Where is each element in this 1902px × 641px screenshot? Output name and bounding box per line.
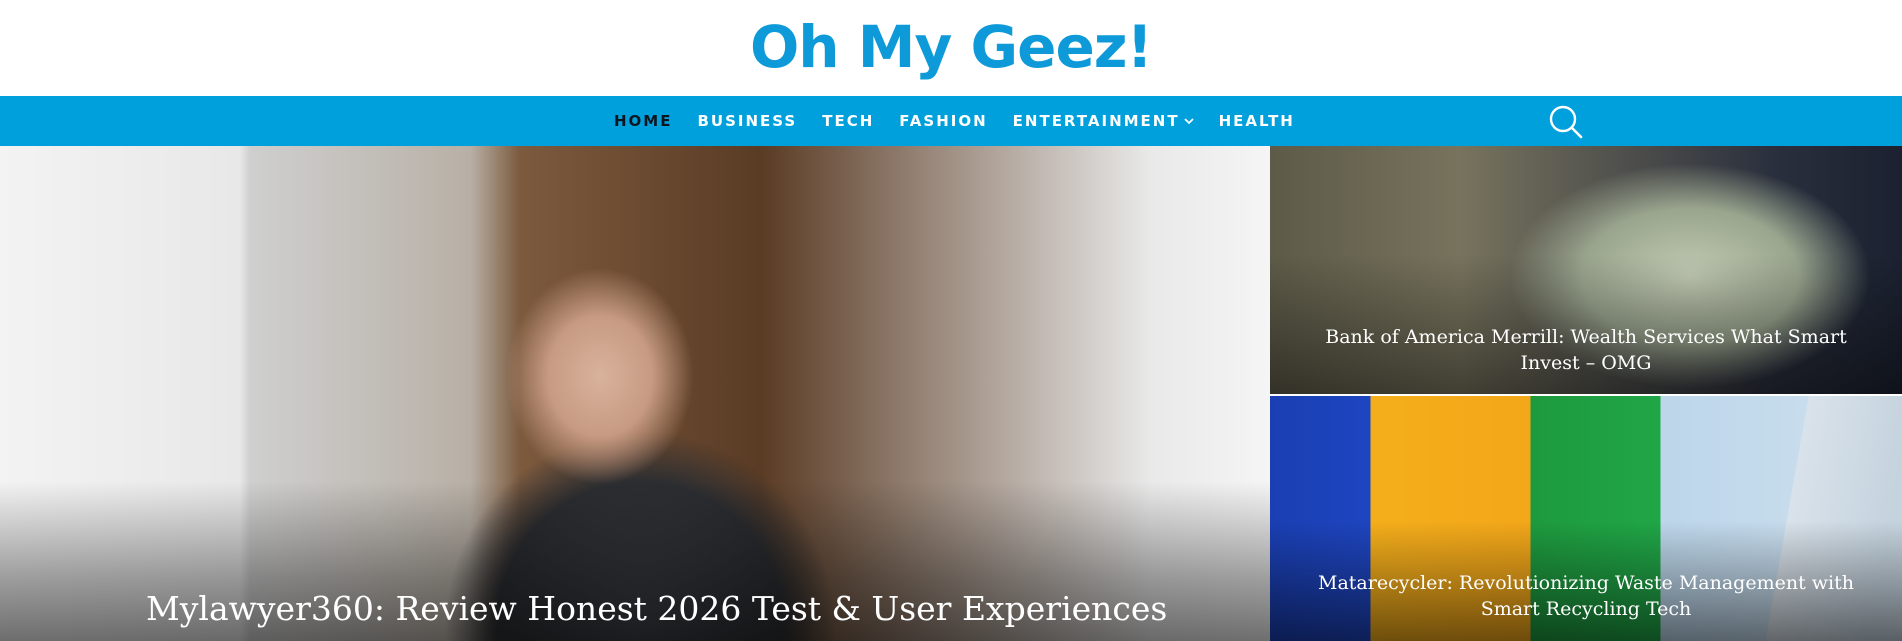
nav-item-label: HOME <box>614 112 673 130</box>
site-header: Oh My Geez! <box>0 0 1902 96</box>
nav-item-label: ENTERTAINMENT <box>1012 112 1180 130</box>
featured-post-main[interactable]: Mylawyer360: Review Honest 2026 Test & U… <box>0 146 1270 641</box>
nav-item-home[interactable]: HOME <box>614 112 672 130</box>
site-logo[interactable]: Oh My Geez! <box>0 12 1902 82</box>
featured-post-side-2[interactable]: Matarecycler: Revolutionizing Waste Mana… <box>1270 396 1902 641</box>
nav-item-label: HEALTH <box>1218 112 1295 130</box>
nav-item-label: BUSINESS <box>697 112 798 130</box>
nav-item-label: FASHION <box>899 112 988 130</box>
nav-item-tech[interactable]: TECH <box>822 112 874 130</box>
nav-item-fashion[interactable]: FASHION <box>899 112 987 130</box>
main-nav: HOME BUSINESS TECH FASHION ENTERTAINMENT… <box>0 96 1902 146</box>
post-title[interactable]: Matarecycler: Revolutionizing Waste Mana… <box>1300 570 1872 622</box>
search-button[interactable] <box>1546 104 1586 140</box>
search-icon <box>1549 105 1583 139</box>
featured-posts: Mylawyer360: Review Honest 2026 Test & U… <box>0 146 1902 641</box>
nav-item-business[interactable]: BUSINESS <box>697 112 797 130</box>
nav-item-label: TECH <box>822 112 875 130</box>
chevron-down-icon <box>1183 118 1194 125</box>
nav-item-health[interactable]: HEALTH <box>1219 112 1295 130</box>
post-title[interactable]: Bank of America Merrill: Wealth Services… <box>1300 324 1872 376</box>
post-title[interactable]: Mylawyer360: Review Honest 2026 Test & U… <box>146 587 1246 631</box>
nav-item-entertainment[interactable]: ENTERTAINMENT <box>1013 112 1194 130</box>
nav-list: HOME BUSINESS TECH FASHION ENTERTAINMENT… <box>614 96 1320 146</box>
featured-post-side-1[interactable]: Bank of America Merrill: Wealth Services… <box>1270 146 1902 394</box>
